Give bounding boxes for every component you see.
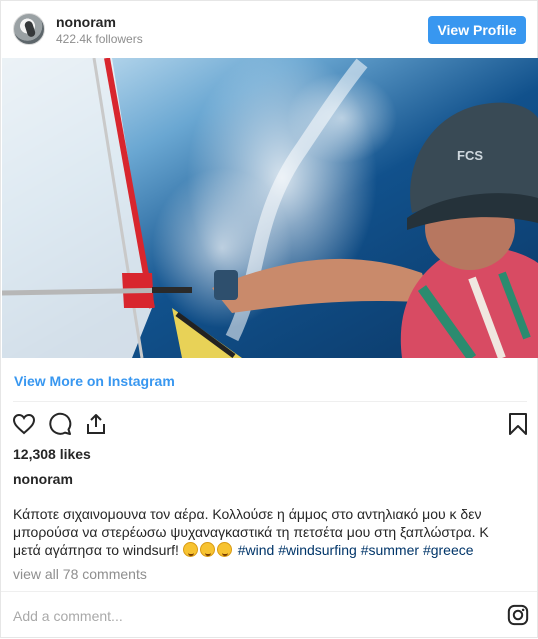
view-profile-button[interactable]: View Profile <box>428 16 526 44</box>
post-caption: Κάποτε σιχαινομουνα τον αέρα. Κολλούσε η… <box>13 505 518 559</box>
hashtag-link[interactable]: #summer <box>361 542 419 558</box>
instagram-logo-icon[interactable] <box>507 604 529 626</box>
hashtag-link[interactable]: #greece <box>423 542 474 558</box>
winking-tongue-emoji-icon <box>182 542 198 557</box>
hashtag-link[interactable]: #wind <box>238 542 275 558</box>
hashtag-link[interactable]: #windsurfing <box>278 542 357 558</box>
caption-username[interactable]: nonoram <box>13 471 73 487</box>
comment-bar <box>1 591 537 639</box>
divider <box>13 401 527 402</box>
post-header: nonoram 422.4k followers View Profile <box>1 1 537 59</box>
winking-tongue-emoji-icon <box>199 542 215 557</box>
share-icon[interactable] <box>84 412 108 436</box>
like-count[interactable]: 12,308 likes <box>13 446 91 462</box>
svg-text:FCS: FCS <box>457 148 483 163</box>
avatar[interactable] <box>13 13 45 45</box>
follower-count: 422.4k followers <box>56 32 143 46</box>
post-photo[interactable]: FCS <box>2 58 538 358</box>
winking-tongue-emoji-icon <box>216 542 232 557</box>
view-all-comments-link[interactable]: view all 78 comments <box>13 566 147 582</box>
comment-icon[interactable] <box>48 412 72 436</box>
heart-icon[interactable] <box>12 412 36 436</box>
windsurf-photo-image: FCS <box>2 58 538 358</box>
username[interactable]: nonoram <box>56 14 116 30</box>
instagram-embed-card: nonoram 422.4k followers View Profile FC… <box>0 0 538 638</box>
bookmark-icon[interactable] <box>506 412 530 436</box>
comment-input[interactable] <box>13 606 483 626</box>
view-more-link[interactable]: View More on Instagram <box>14 373 175 389</box>
